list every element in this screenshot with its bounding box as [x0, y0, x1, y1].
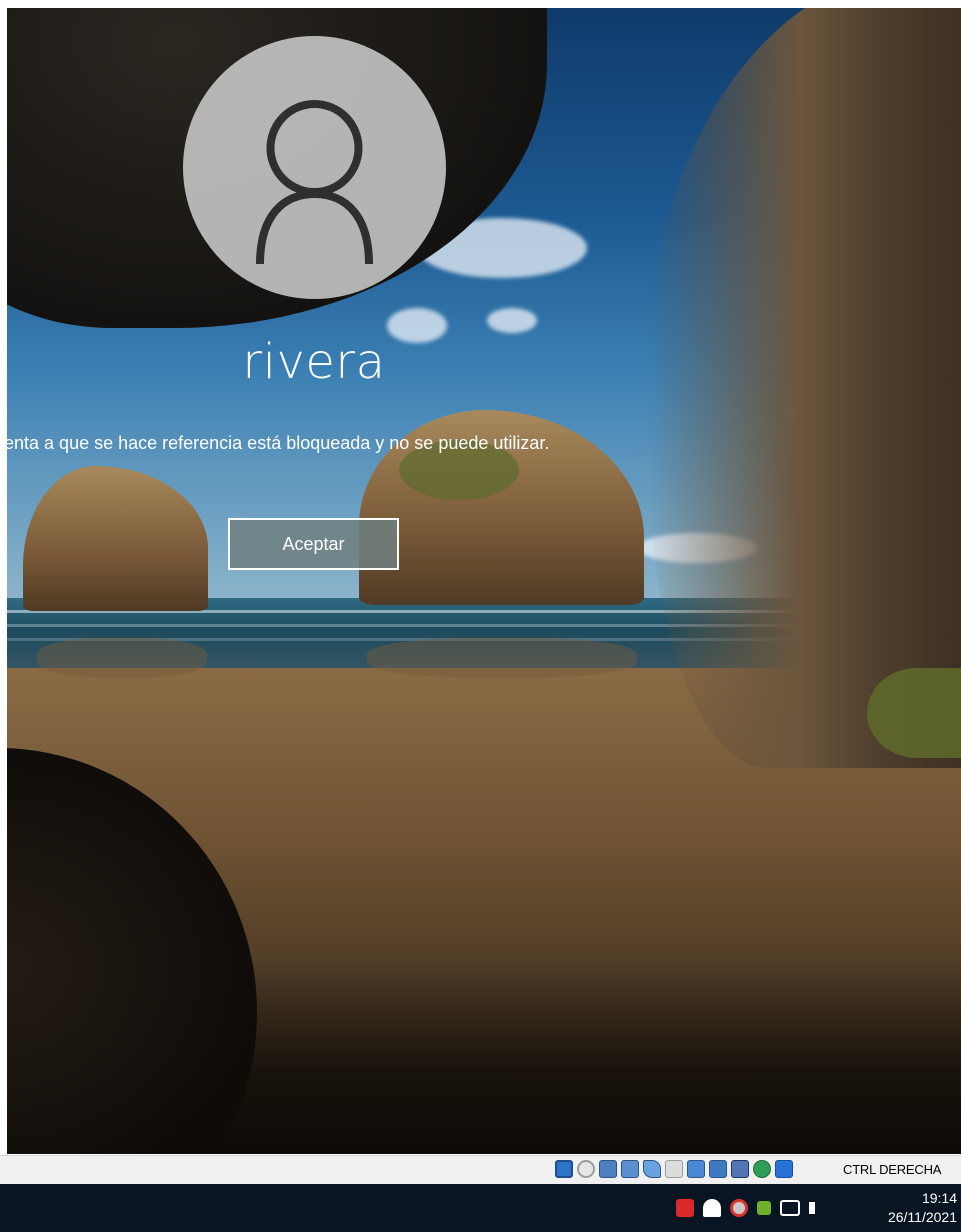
user-avatar	[183, 36, 446, 299]
optical-drive-icon[interactable]	[577, 1160, 595, 1178]
windows-taskbar: 19:14 26/11/2021	[0, 1184, 961, 1232]
system-tray	[676, 1199, 825, 1217]
accept-button[interactable]: Aceptar	[228, 518, 399, 570]
security-shield-icon[interactable]	[703, 1199, 721, 1217]
display-icon[interactable]	[687, 1160, 705, 1178]
volume-icon[interactable]	[809, 1202, 825, 1214]
defender-alert-icon[interactable]	[730, 1199, 748, 1217]
rock-reflection	[367, 638, 637, 678]
error-message-text: cuenta a que se hace referencia está blo…	[7, 433, 550, 453]
network-icon[interactable]	[621, 1160, 639, 1178]
mouse-integration-icon[interactable]	[753, 1160, 771, 1178]
virtualization-icon[interactable]	[731, 1160, 749, 1178]
video-capture-icon[interactable]	[709, 1160, 727, 1178]
vm-statusbar: CTRL DERECHA	[0, 1155, 961, 1184]
rock-reflection	[37, 638, 207, 678]
network-icon[interactable]	[780, 1200, 800, 1216]
lock-screen: rivera cuenta a que se hace referencia e…	[7, 8, 961, 1154]
hard-disk-icon[interactable]	[555, 1160, 573, 1178]
background-moss	[867, 668, 961, 758]
nvidia-icon[interactable]	[757, 1201, 771, 1215]
shared-folders-icon[interactable]	[665, 1160, 683, 1178]
acrobat-icon[interactable]	[676, 1199, 694, 1217]
error-message: cuenta a que se hace referencia está blo…	[7, 433, 571, 454]
background-cloud	[487, 308, 537, 333]
keyboard-capture-icon[interactable]	[775, 1160, 793, 1178]
clock-date: 26/11/2021	[887, 1209, 957, 1225]
user-silhouette-icon	[256, 100, 373, 265]
username: rivera	[242, 334, 386, 390]
audio-icon[interactable]	[599, 1160, 617, 1178]
host-key-label: CTRL DERECHA	[843, 1162, 942, 1177]
taskbar-clock[interactable]: 19:14 26/11/2021	[888, 1189, 957, 1227]
usb-icon[interactable]	[643, 1160, 661, 1178]
clock-time: 19:14	[921, 1190, 957, 1206]
vm-device-icons	[555, 1160, 793, 1178]
